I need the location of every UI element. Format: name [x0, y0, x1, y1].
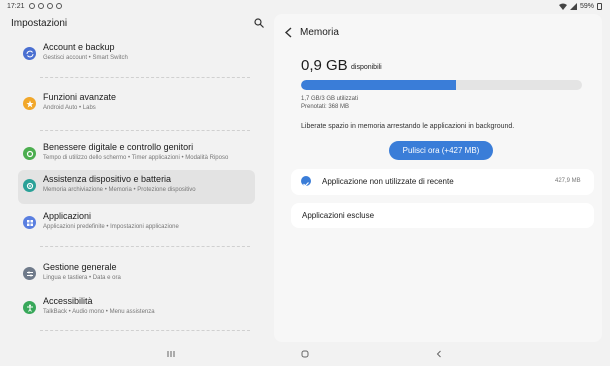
leaf-icon: [23, 147, 36, 160]
status-bar: 17:21 59%: [0, 0, 610, 14]
unused-apps-label: Applicazione non utilizzate di recente: [322, 177, 454, 186]
memory-reserved-text: Prenotati: 368 MB: [301, 104, 350, 110]
back-nav-icon[interactable]: [434, 348, 444, 360]
available-memory-value: 0,9 GB: [301, 57, 348, 74]
apps-icon: [23, 216, 36, 229]
signal-icon: [569, 3, 577, 10]
divider: [40, 130, 250, 131]
notification-icon: [56, 3, 62, 9]
notification-icons: [29, 3, 62, 9]
sync-icon: [23, 47, 36, 60]
menu-item-subtitle: Android Auto • Labs: [43, 105, 96, 111]
divider: [40, 77, 250, 78]
menu-item-applications[interactable]: Applicazioni Applicazioni predefinite • …: [18, 207, 255, 241]
search-icon[interactable]: [254, 18, 264, 28]
menu-item-title: Account e backup: [43, 42, 115, 52]
menu-item-title: Funzioni avanzate: [43, 92, 117, 102]
menu-item-device-care[interactable]: Assistenza dispositivo e batteria Memori…: [18, 170, 255, 204]
menu-item-subtitle: Tempo di utilizzo dello schermo • Timer …: [43, 155, 229, 161]
wifi-icon: [558, 3, 567, 10]
menu-item-title: Assistenza dispositivo e batteria: [43, 174, 172, 184]
clean-now-button[interactable]: Pulisci ora (+427 MB): [389, 141, 493, 160]
menu-item-subtitle: Applicazioni predefinite • Impostazioni …: [43, 224, 179, 230]
checkbox-checked-icon[interactable]: [301, 176, 311, 187]
home-icon[interactable]: [300, 348, 310, 360]
notification-icon: [47, 3, 53, 9]
available-memory-label: disponibili: [351, 64, 382, 71]
care-icon: [23, 179, 36, 192]
system-icons: 59%: [558, 3, 602, 10]
excluded-apps-label: Applicazioni escluse: [302, 211, 375, 220]
menu-item-subtitle: TalkBack • Audio mono • Menu assistenza: [43, 309, 155, 315]
menu-item-general-management[interactable]: Gestione generale Lingua e tastiera • Da…: [18, 258, 255, 292]
memory-usage-bar: [301, 80, 582, 90]
sliders-icon: [23, 267, 36, 280]
divider: [40, 330, 250, 331]
menu-item-accessibility[interactable]: Accessibilità TalkBack • Audio mono • Me…: [18, 292, 255, 326]
menu-item-subtitle: Lingua e tastiera • Data e ora: [43, 275, 121, 281]
menu-item-title: Gestione generale: [43, 262, 117, 272]
memory-used-text: 1,7 GB/3 GB utilizzati: [301, 96, 359, 102]
back-arrow-icon[interactable]: [284, 27, 293, 38]
menu-item-subtitle: Memoria archiviazione • Memoria • Protez…: [43, 187, 196, 193]
star-icon: [23, 97, 36, 110]
notification-icon: [29, 3, 35, 9]
battery-icon: [597, 3, 602, 10]
menu-item-title: Applicazioni: [43, 211, 92, 221]
battery-percentage: 59%: [579, 3, 594, 10]
menu-item-subtitle: Gestisci account • Smart Switch: [43, 55, 128, 61]
menu-item-title: Benessere digitale e controllo genitori: [43, 142, 194, 152]
menu-item-digital-wellbeing[interactable]: Benessere digitale e controllo genitori …: [18, 138, 255, 172]
status-time: 17:21: [7, 3, 25, 10]
recent-apps-icon[interactable]: [166, 348, 176, 360]
memory-usage-fill: [301, 80, 456, 90]
menu-item-advanced-features[interactable]: Funzioni avanzate Android Auto • Labs: [18, 88, 255, 122]
memory-description: Liberate spazio in memoria arrestando le…: [301, 123, 515, 130]
notification-icon: [38, 3, 44, 9]
memory-title: Memoria: [300, 27, 339, 38]
accessibility-icon: [23, 301, 36, 314]
page-title: Impostazioni: [11, 18, 68, 29]
divider: [40, 246, 250, 247]
menu-item-account-backup[interactable]: Account e backup Gestisci account • Smar…: [18, 38, 255, 72]
unused-apps-size: 427,9 MB: [555, 178, 581, 184]
menu-item-title: Accessibilità: [43, 296, 93, 306]
